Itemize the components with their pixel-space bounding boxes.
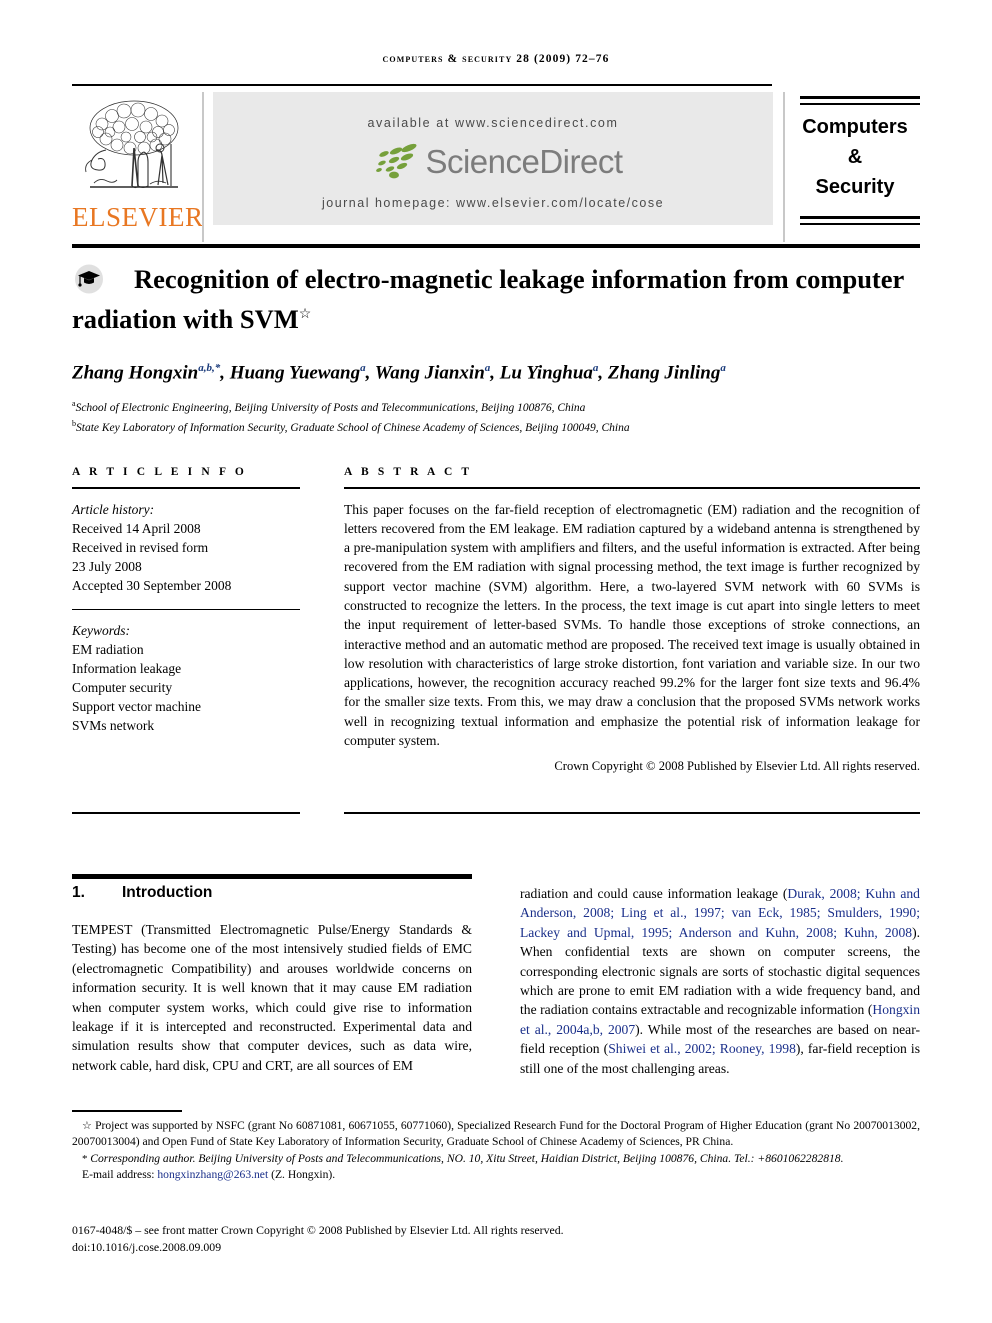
email-link[interactable]: hongxinzhang@263.net — [157, 1168, 268, 1181]
email-label: E-mail address: — [82, 1168, 155, 1182]
journal-name-line-1: Computers — [802, 116, 908, 138]
footnote-grant: ☆ Project was supported by NSFC (grant N… — [72, 1118, 920, 1151]
keyword-item: Computer security — [72, 680, 173, 695]
history-item: 23 July 2008 — [72, 558, 142, 574]
footnote-rule — [72, 1110, 182, 1112]
journal-name-ampersand: & — [847, 146, 863, 168]
elsevier-tree-icon — [85, 100, 179, 189]
section-top-rule — [72, 874, 472, 879]
keyword-item: SVMs network — [72, 718, 155, 733]
page-title: Recognition of electro-magnetic leakage … — [72, 262, 920, 337]
sciencedirect-logo: ScienceDirect — [213, 142, 773, 188]
sciencedirect-leaf-icon — [376, 143, 417, 179]
journal-name-line-3: Security — [815, 176, 895, 198]
body-text-run: radiation and could cause information le… — [520, 886, 788, 901]
sciencedirect-wordmark: ScienceDirect — [425, 143, 623, 180]
footnote-email: E-mail address: hongxinzhang@263.net (Z.… — [72, 1167, 920, 1183]
journal-box-rule-top-thick — [800, 96, 920, 99]
body-column-left: TEMPEST (Transmitted Electromagnetic Pul… — [72, 922, 472, 1073]
journal-box-rule-bottom-thin — [800, 223, 920, 225]
affiliation-a-text: School of Electronic Engineering, Beijin… — [75, 401, 586, 414]
author-list: Zhang Hongxina,b,*, Huang Yuewanga, Wang… — [72, 362, 726, 384]
abstract-column: A B S T R A C T This paper focuses on th… — [344, 466, 920, 774]
body-column-right: radiation and could cause information le… — [520, 884, 920, 1078]
abstract-copyright: Crown Copyright © 2008 Published by Else… — [554, 759, 920, 774]
masthead-bottom-rule — [72, 244, 920, 248]
footnote-grant-text: Project was supported by NSFC (grant No … — [72, 1119, 920, 1149]
masthead-divider-left — [202, 92, 204, 242]
history-item: Accepted 30 September 2008 — [72, 577, 232, 593]
footnote-corresponding: * Corresponding author. Beijing Universi… — [72, 1151, 920, 1167]
citation-link[interactable]: Shiwei et al., 2002; Rooney, 1998 — [608, 1041, 796, 1056]
section-number: 1. — [72, 884, 85, 901]
article-history: Article history: Received 14 April 2008 … — [72, 500, 300, 595]
footnotes-block: ☆ Project was supported by NSFC (grant N… — [72, 1118, 920, 1184]
affiliation-b-text: State Key Laboratory of Information Secu… — [76, 422, 630, 435]
title-footnote-star: ☆ — [298, 307, 312, 322]
history-item: Received in revised form — [72, 539, 209, 555]
title-line-1: Recognition of electro-magnetic leakage … — [134, 264, 727, 294]
affiliation-a: aSchool of Electronic Engineering, Beiji… — [72, 399, 586, 414]
abstract-heading: A B S T R A C T — [344, 466, 473, 478]
masthead: ELSEVIER available at www.sciencedirect.… — [72, 92, 920, 242]
section-title-text: Introduction — [122, 884, 213, 901]
issn-line: 0167-4048/$ – see front matter Crown Cop… — [72, 1223, 564, 1237]
journal-homepage-text: journal homepage: www.elsevier.com/locat… — [321, 196, 665, 210]
footnote-star-marker: ☆ — [82, 1120, 96, 1132]
available-at-text: available at www.sciencedirect.com — [367, 116, 619, 130]
paper-page: computers & security 28 (2009) 72–76 ELS… — [0, 0, 992, 1323]
running-head: computers & security 28 (2009) 72–76 — [382, 53, 610, 65]
keywords-block: Keywords: EM radiation Information leaka… — [72, 621, 300, 735]
article-info-heading: A R T I C L E I N F O — [72, 466, 247, 478]
keywords-rule — [72, 608, 300, 610]
journal-box-rule-bottom-thick — [800, 216, 920, 219]
elsevier-logo: ELSEVIER — [72, 94, 204, 238]
abstract-bottom-rule — [344, 812, 920, 814]
footnote-corresponding-text: Corresponding author. Beijing University… — [90, 1151, 844, 1165]
sciencedirect-panel: available at www.sciencedirect.com Scien… — [213, 92, 773, 225]
history-item: Received 14 April 2008 — [72, 520, 201, 536]
info-bottom-rule — [72, 812, 300, 814]
header-rule — [72, 84, 772, 86]
keyword-item: EM radiation — [72, 642, 144, 657]
abstract-rule — [344, 487, 920, 489]
email-suffix: (Z. Hongxin). — [271, 1168, 336, 1182]
masthead-divider-right — [783, 92, 785, 242]
article-info-rule — [72, 487, 300, 489]
history-label: Article history: — [72, 501, 155, 517]
keywords-label: Keywords: — [72, 623, 130, 638]
elsevier-wordmark: ELSEVIER — [72, 202, 204, 232]
article-info-column: A R T I C L E I N F O Article history: R… — [72, 466, 300, 735]
affiliations: aSchool of Electronic Engineering, Beiji… — [72, 396, 920, 437]
journal-box-rule-top-thin — [800, 103, 920, 105]
doi-line: doi:10.1016/j.cose.2008.09.009 — [72, 1240, 222, 1254]
footnote-asterisk-marker: * — [82, 1152, 91, 1165]
journal-title-box: Computers & Security — [790, 92, 920, 242]
keyword-item: Information leakage — [72, 661, 182, 676]
footer-block: 0167-4048/$ – see front matter Crown Cop… — [72, 1222, 920, 1256]
keyword-item: Support vector machine — [72, 699, 201, 714]
abstract-text: This paper focuses on the far-field rece… — [344, 501, 920, 749]
section-heading: 1. Introduction — [72, 884, 472, 902]
affiliation-b: bState Key Laboratory of Information Sec… — [72, 419, 630, 435]
